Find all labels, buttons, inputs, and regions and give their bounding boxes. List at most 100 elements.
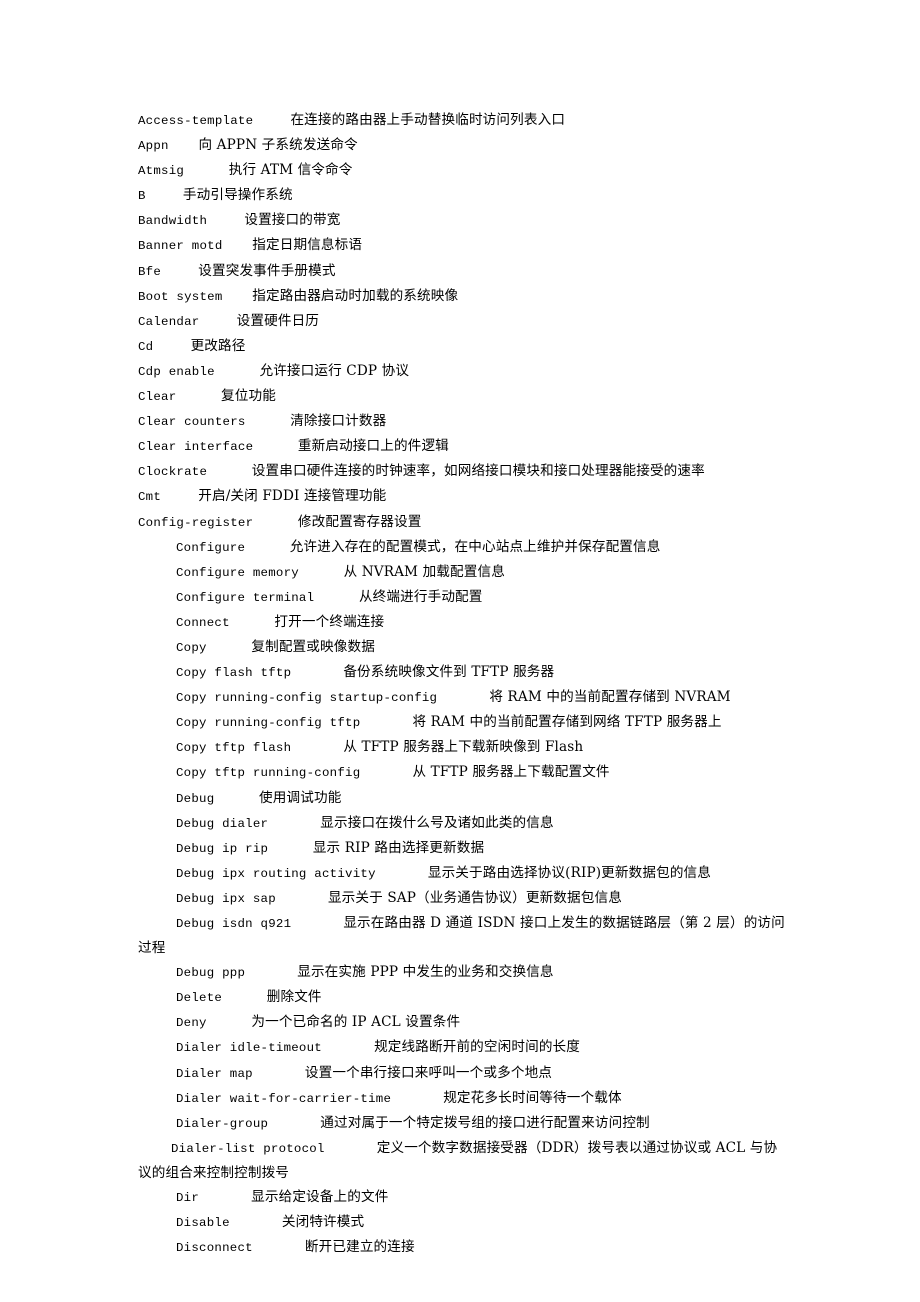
command-name: Copy flash tftp [176, 666, 292, 681]
command-description: 显示在实施 PPP 中发生的业务和交换信息 [297, 964, 554, 981]
command-entry: Connect 打开一个终端连接 [138, 610, 790, 635]
command-description: 修改配置寄存器设置 [297, 513, 422, 530]
command-description: 显示接口在拨什么号及诸如此类的信息 [320, 814, 554, 831]
command-entry: Copy running-config tftp 将 RAM 中的当前配置存储到… [138, 710, 790, 735]
command-name: Copy tftp running-config [176, 766, 361, 781]
command-name: Copy running-config tftp [176, 716, 361, 731]
command-name: Disconnect [176, 1241, 253, 1256]
command-description: 显示 RIP 路由选择更新数据 [312, 839, 485, 856]
command-gap [199, 1191, 251, 1205]
command-entry: Access-template 在连接的路由器上手动替换临时访问列表入口 [138, 108, 790, 133]
command-description: 指定路由器启动时加载的系统映像 [252, 287, 459, 304]
command-description: 使用调试功能 [259, 789, 342, 806]
command-entry: Copy tftp flash 从 TFTP 服务器上下载新映像到 Flash [138, 735, 790, 760]
command-description: 规定线路断开前的空闲时间的长度 [374, 1039, 581, 1056]
command-entry: Dialer-group 通过对属于一个特定拨号组的接口进行配置来访问控制 [138, 1111, 790, 1136]
command-gap [245, 541, 290, 555]
command-name: Clear [138, 390, 177, 405]
command-name: Boot system [138, 289, 223, 304]
command-gap [246, 415, 291, 429]
command-gap [268, 1117, 320, 1131]
command-name: Configure terminal [176, 590, 315, 605]
command-gap [325, 1142, 377, 1156]
command-gap [153, 340, 190, 354]
command-entry: Deny 为一个已命名的 IP ACL 设置条件 [138, 1010, 790, 1035]
command-description: 设置一个串行接口来呼叫一个或多个地点 [304, 1064, 553, 1081]
command-description: 从终端进行手动配置 [358, 588, 483, 605]
command-entry: Dialer-list protocol 定义一个数字数据接受器（DDR）拨号表… [138, 1136, 790, 1185]
command-description: 从 TFTP 服务器上下载配置文件 [412, 764, 610, 781]
command-gap [391, 1092, 443, 1106]
command-description: 关闭特许模式 [281, 1214, 365, 1231]
command-gap [176, 390, 221, 404]
command-description: 更改路径 [190, 337, 246, 354]
command-entry: Debug dialer 显示接口在拨什么号及诸如此类的信息 [138, 811, 790, 836]
command-entry: Debug 使用调试功能 [138, 786, 790, 811]
command-gap [322, 1041, 374, 1055]
command-name: Deny [176, 1016, 207, 1031]
command-gap [207, 214, 244, 228]
command-description: 指定日期信息标语 [252, 237, 363, 254]
command-gap [161, 490, 198, 504]
command-entry: Disconnect 断开已建立的连接 [138, 1235, 790, 1260]
command-description: 在连接的路由器上手动替换临时访问列表入口 [290, 112, 566, 128]
command-gap [268, 817, 320, 831]
command-name: Bfe [138, 264, 162, 279]
command-name: B [138, 189, 146, 204]
command-entry: Copy flash tftp 备份系统映像文件到 TFTP 服务器 [138, 660, 790, 685]
command-description: 通过对属于一个特定拨号组的接口进行配置来访问控制 [320, 1114, 650, 1131]
command-gap [268, 842, 313, 856]
command-description: 将 RAM 中的当前配置存储到网络 TFTP 服务器上 [412, 714, 722, 731]
command-entry: Clear 复位功能 [138, 384, 790, 409]
command-gap [376, 867, 428, 881]
command-entry: Bandwidth 设置接口的带宽 [138, 208, 790, 233]
command-description: 允许进入存在的配置模式，在中心站点上维护并保存配置信息 [289, 538, 661, 555]
command-gap [230, 1216, 282, 1230]
command-name: Debug ip rip [176, 841, 269, 856]
command-entry: Cdp enable 允许接口运行 CDP 协议 [138, 359, 790, 384]
command-gap [245, 966, 297, 980]
command-name: Copy tftp flash [176, 741, 292, 756]
command-gap [253, 440, 298, 454]
command-gap [253, 1067, 305, 1081]
command-entry: Clear counters 清除接口计数器 [138, 409, 790, 434]
command-description: 显示关于路由选择协议(RIP)更新数据包的信息 [427, 864, 712, 881]
command-description: 将 RAM 中的当前配置存储到 NVRAM [489, 689, 731, 706]
command-entry: Calendar 设置硬件日历 [138, 309, 790, 334]
command-entry: Clear interface 重新启动接口上的件逻辑 [138, 434, 790, 459]
command-gap [222, 991, 267, 1005]
command-name: Dialer wait-for-carrier-time [176, 1091, 392, 1106]
command-name: Access-template [138, 114, 254, 128]
command-name: Configure memory [176, 565, 299, 580]
command-description: 显示关于 SAP（业务通告协议）更新数据包信息 [327, 889, 622, 906]
command-gap [291, 666, 343, 680]
command-entry: Debug ipx routing activity 显示关于路由选择协议(RI… [138, 861, 790, 886]
command-name: Disable [176, 1216, 230, 1231]
command-name: Cd [138, 339, 154, 354]
command-gap [161, 265, 198, 279]
command-gap [223, 239, 253, 253]
command-entry: Cd 更改路径 [138, 334, 790, 359]
command-name: Clear interface [138, 440, 254, 455]
command-name: Debug [176, 791, 215, 806]
command-gap [207, 465, 252, 479]
command-name: Dialer map [176, 1066, 253, 1081]
command-entry: Configure memory 从 NVRAM 加载配置信息 [138, 560, 790, 585]
command-gap [253, 1241, 305, 1255]
command-name: Debug ppp [176, 966, 246, 981]
command-entry: Appn 向 APPN 子系统发送命令 [138, 133, 790, 158]
command-entry: Debug isdn q921 显示在路由器 D 通道 ISDN 接口上发生的数… [138, 911, 790, 960]
command-gap [314, 591, 359, 605]
command-gap [360, 766, 412, 780]
command-name: Dialer idle-timeout [176, 1041, 322, 1056]
command-description: 复制配置或映像数据 [251, 638, 375, 655]
command-description: 断开已建立的连接 [304, 1239, 415, 1256]
command-entry: Boot system 指定路由器启动时加载的系统映像 [138, 284, 790, 309]
command-name: Bandwidth [138, 214, 208, 229]
command-name: Appn [138, 139, 169, 154]
command-gap [291, 917, 343, 931]
command-description: 从 TFTP 服务器上下载新映像到 Flash [343, 739, 584, 756]
command-entry: Debug ip rip 显示 RIP 路由选择更新数据 [138, 836, 790, 861]
command-description: 打开一个终端连接 [274, 613, 385, 630]
command-description: 手动引导操作系统 [182, 187, 293, 204]
